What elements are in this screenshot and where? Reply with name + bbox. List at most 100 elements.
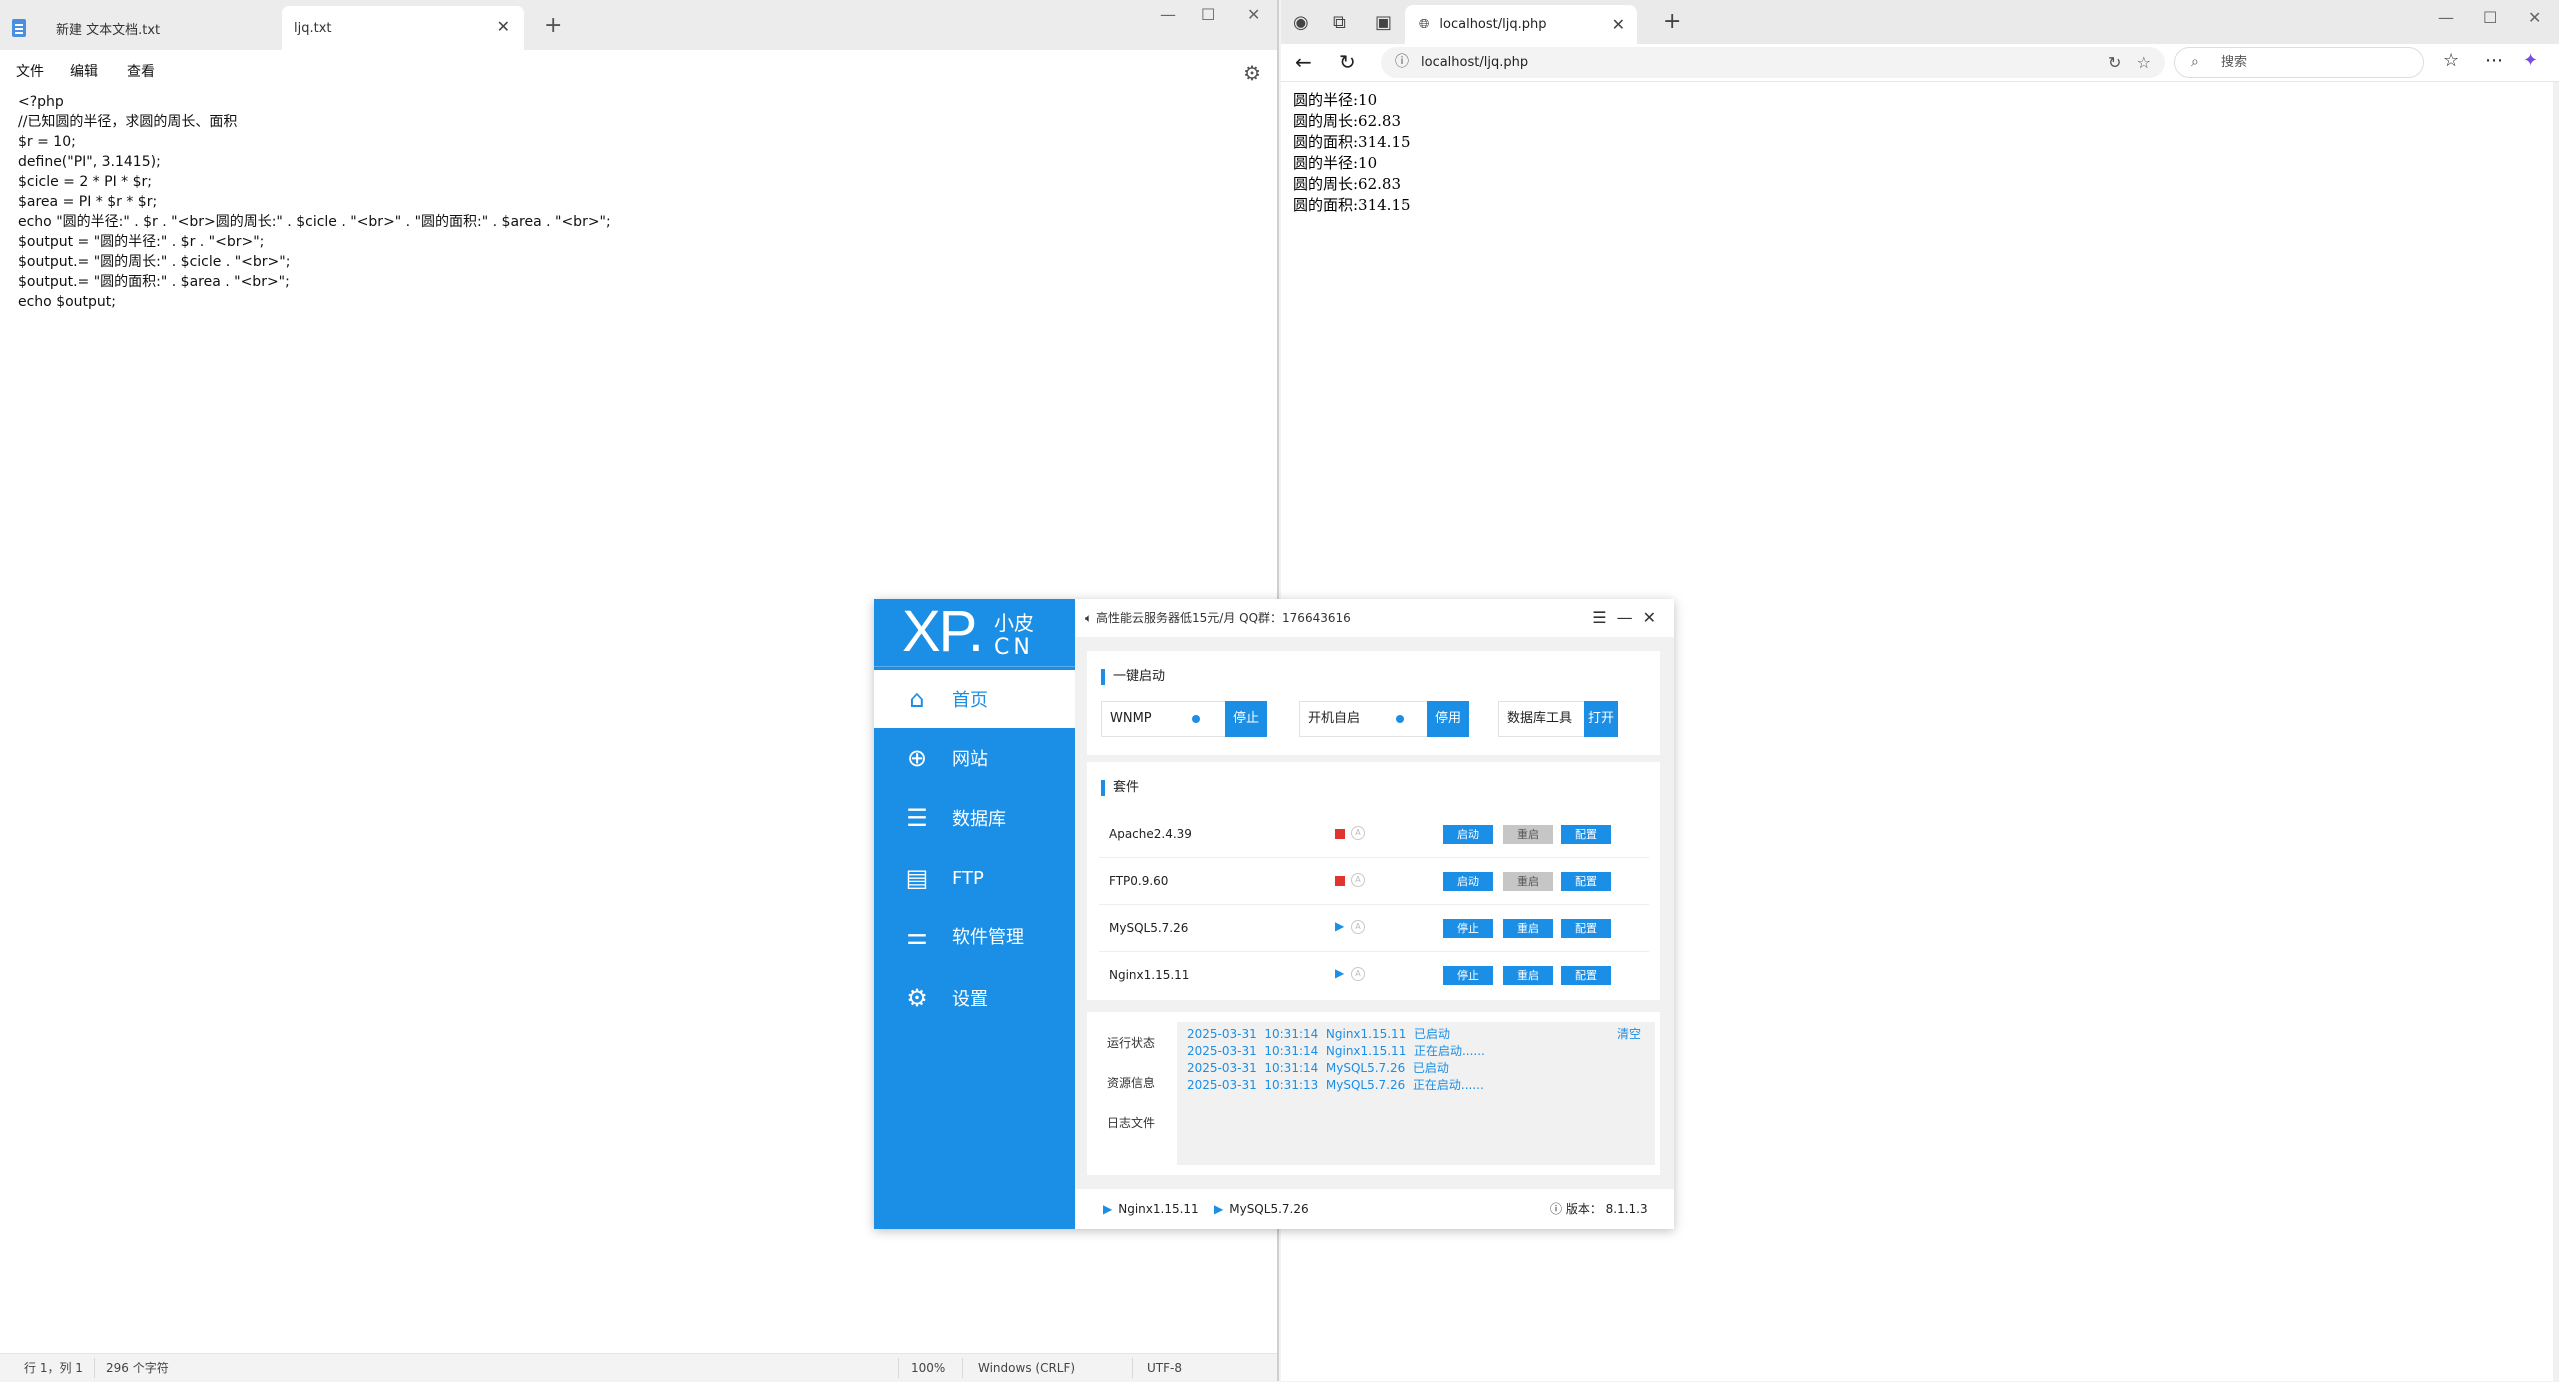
maximize-icon[interactable]: ☐: [2483, 8, 2497, 27]
stop-button[interactable]: 停止: [1443, 966, 1493, 985]
database-icon: ☰: [906, 804, 928, 832]
search-placeholder: 搜索: [2221, 55, 2248, 70]
minimize-icon[interactable]: —: [2438, 8, 2454, 27]
address-bar[interactable]: ⓘ localhost/ljq.php ↻ ☆: [1381, 47, 2165, 78]
status-divider: [94, 1358, 95, 1378]
search-box[interactable]: ⌕ 搜索: [2174, 47, 2424, 78]
config-button[interactable]: 配置: [1561, 919, 1611, 938]
close-icon[interactable]: ✕: [497, 17, 510, 36]
tab-actions-icon[interactable]: ▣: [1375, 12, 1392, 33]
nav-settings[interactable]: ⚙ 设置: [874, 969, 1075, 1027]
nav-home[interactable]: ⌂ 首页: [874, 670, 1075, 728]
copilot-icon[interactable]: ✦: [2523, 50, 2538, 71]
info-circle-icon: A: [1351, 967, 1365, 981]
log-area[interactable]: 2025-03-31 10:31:14 Nginx1.15.11 已启动 202…: [1177, 1022, 1655, 1165]
back-icon[interactable]: ←: [1295, 50, 1312, 74]
minimize-icon[interactable]: —: [1160, 5, 1176, 24]
nav-website[interactable]: ⊕ 网站: [874, 729, 1075, 787]
suite-title: 套件: [1101, 780, 1139, 796]
start-button[interactable]: 启动: [1443, 872, 1493, 891]
refresh-icon[interactable]: ↻: [1339, 50, 1356, 74]
tab-label: ljq.txt: [294, 20, 332, 36]
more-icon[interactable]: ⋯: [2485, 50, 2503, 71]
notepad-tab-new-doc[interactable]: 新建 文本文档.txt: [12, 6, 280, 50]
tab-resource-info[interactable]: 资源信息: [1107, 1074, 1155, 1091]
nav-ftp[interactable]: ▤ FTP: [874, 849, 1075, 907]
notepad-status-bar: 行 1，列 1 296 个字符 100% Windows (CRLF) UTF-…: [0, 1353, 1277, 1381]
wnmp-stop-button[interactable]: 停止: [1224, 701, 1267, 737]
close-window-icon[interactable]: ✕: [1247, 5, 1260, 24]
wnmp-label: WNMP: [1110, 711, 1152, 726]
restart-button[interactable]: 重启: [1503, 919, 1553, 938]
stop-button[interactable]: 停止: [1443, 919, 1493, 938]
autostart-label: 开机自启: [1308, 711, 1361, 726]
tab-log-files[interactable]: 日志文件: [1107, 1114, 1155, 1131]
notepad-editor[interactable]: <?php //已知圆的半径，求圆的周长、面积 $r = 10; define(…: [18, 92, 1258, 312]
nav-label: FTP: [952, 867, 984, 889]
dbtool-box: 数据库工具 打开: [1498, 701, 1618, 737]
close-icon[interactable]: ✕: [1612, 15, 1625, 34]
favorite-icon[interactable]: ↻ ☆: [2108, 47, 2151, 78]
config-button[interactable]: 配置: [1561, 872, 1611, 891]
dbtool-open-button[interactable]: 打开: [1583, 701, 1618, 737]
browser-tab-bar: ◉ ⧉ ▣ 🌐︎ localhost/ljq.php ✕ + — ☐ ✕: [1281, 0, 2559, 44]
tab-run-status[interactable]: 运行状态: [1107, 1034, 1155, 1051]
cursor-position: 行 1，列 1: [24, 1361, 83, 1375]
new-tab-icon[interactable]: +: [544, 13, 562, 38]
menu-edit[interactable]: 编辑: [70, 50, 98, 94]
nav-database[interactable]: ☰ 数据库: [874, 789, 1075, 847]
status-divider: [962, 1358, 963, 1378]
logo-top: 小皮: [994, 611, 1034, 635]
close-window-icon[interactable]: ✕: [2528, 8, 2541, 27]
ad-text[interactable]: 🔈︎ 高性能云服务器低15元/月 QQ群：176643616: [1085, 599, 1351, 637]
clear-log-button[interactable]: 清空: [1617, 1026, 1641, 1043]
restart-button[interactable]: 重启: [1503, 872, 1553, 891]
scrollbar[interactable]: [2553, 82, 2559, 1381]
nav-label: 数据库: [952, 809, 1006, 830]
nav-software[interactable]: ⚌ 软件管理: [874, 907, 1075, 965]
minimize-icon[interactable]: —: [1617, 608, 1643, 627]
workspaces-icon[interactable]: ⧉: [1333, 12, 1346, 33]
gear-icon[interactable]: ⚙: [1243, 61, 1261, 85]
menu-file[interactable]: 文件: [16, 50, 44, 94]
xp-bottom-bar: ▶ Nginx1.15.11 ▶ MySQL5.7.26 ⓘ 版本： 8.1.1.3: [1075, 1189, 1674, 1229]
favorites-icon[interactable]: ☆: [2443, 50, 2459, 71]
logo-cn: CN: [994, 635, 1034, 660]
output-line: 圆的半径:10: [1293, 91, 1378, 109]
profile-icon[interactable]: ◉: [1293, 12, 1309, 33]
ftp-icon: ▤: [905, 864, 929, 892]
search-icon: ⌕: [2191, 54, 2199, 70]
new-tab-icon[interactable]: +: [1663, 9, 1681, 34]
line-ending: Windows (CRLF): [978, 1361, 1076, 1375]
log-line: 2025-03-31 10:31:14 Nginx1.15.11 正在启动...…: [1187, 1044, 1485, 1058]
browser-tab[interactable]: 🌐︎ localhost/ljq.php ✕: [1405, 5, 1637, 44]
code-line: $output = "圆的半径:" . $r . "<br>";: [18, 234, 265, 250]
config-button[interactable]: 配置: [1561, 825, 1611, 844]
notepad-menu-bar: 文件 编辑 查看 ⚙: [0, 50, 1277, 94]
maximize-icon[interactable]: ☐: [1201, 5, 1215, 24]
window-controls[interactable]: ☰—✕: [1592, 599, 1666, 637]
notepad-tab-ljq[interactable]: ljq.txt ✕: [282, 6, 524, 50]
service-name: Nginx1.15.11: [1109, 968, 1190, 982]
output-line: 圆的面积:314.15: [1293, 196, 1411, 214]
start-button[interactable]: 启动: [1443, 825, 1493, 844]
nav-label: 首页: [952, 690, 988, 711]
config-button[interactable]: 配置: [1561, 966, 1611, 985]
menu-icon[interactable]: ☰: [1592, 608, 1616, 627]
code-line: $output.= "圆的面积:" . $area . "<br>";: [18, 274, 290, 290]
code-line: $output.= "圆的周长:" . $cicle . "<br>";: [18, 254, 291, 270]
restart-button[interactable]: 重启: [1503, 966, 1553, 985]
code-line: $cicle = 2 * PI * $r;: [18, 174, 152, 190]
info-icon[interactable]: ⓘ: [1395, 47, 1409, 78]
notepad-doc-icon: [12, 19, 26, 37]
log-line: 2025-03-31 10:31:13 MySQL5.7.26 正在启动....…: [1187, 1078, 1484, 1092]
menu-view[interactable]: 查看: [127, 50, 155, 94]
bottom-mysql: ▶ MySQL5.7.26: [1214, 1189, 1309, 1229]
restart-button[interactable]: 重启: [1503, 825, 1553, 844]
bottom-mysql-label: MySQL5.7.26: [1229, 1202, 1309, 1216]
nav-label: 设置: [952, 989, 988, 1010]
browser-toolbar: ← ↻ ⓘ localhost/ljq.php ↻ ☆ ⌕ 搜索 ☆ ⋯ ✦: [1281, 44, 2559, 82]
autostart-disable-button[interactable]: 停用: [1426, 701, 1469, 737]
encoding: UTF-8: [1147, 1361, 1182, 1375]
close-window-icon[interactable]: ✕: [1643, 608, 1666, 627]
